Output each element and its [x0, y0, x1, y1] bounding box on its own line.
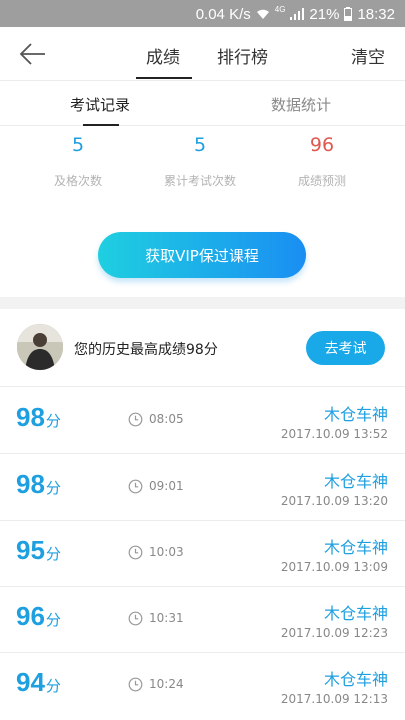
record-user-name: 木仓车神	[323, 670, 388, 689]
clock-icon	[128, 412, 143, 427]
stat-pass-count: 5 及格次数	[23, 134, 133, 189]
record-date: 2017.10.09 13:52	[280, 427, 388, 441]
record-score: 94分	[16, 667, 61, 697]
tab-ranking[interactable]: 排行榜	[217, 43, 268, 68]
stat-label: 及格次数	[53, 174, 102, 188]
stat-value: 5	[193, 134, 207, 156]
record-duration: 09:01	[149, 479, 184, 493]
network-type: 4G	[274, 5, 286, 14]
best-score-text: 您的历史最高成绩98分	[74, 342, 218, 358]
active-tab-indicator	[136, 77, 192, 79]
record-user-name: 木仓车神	[323, 472, 388, 491]
record-duration: 10:24	[149, 677, 184, 691]
clock-time: 18:32	[357, 5, 395, 23]
subtab-bar: 考试记录 数据统计	[0, 82, 405, 126]
stat-total-exams: 5 累计考试次数	[145, 134, 255, 189]
tab-score[interactable]: 成绩	[146, 43, 180, 68]
record-row[interactable]: 96分 10:31 木仓车神 2017.10.09 12:23	[0, 587, 405, 653]
clock-icon	[128, 611, 143, 626]
stat-value: 5	[71, 134, 85, 156]
record-score: 95分	[16, 535, 61, 565]
status-bar: 0.04 K/s 4G 21% 18:32	[0, 0, 405, 27]
subtab-data-stats[interactable]: 数据统计	[271, 94, 331, 115]
nav-header: 成绩 排行榜 清空	[0, 27, 405, 81]
battery-percent: 21%	[309, 5, 340, 23]
record-row[interactable]: 98分 09:01 木仓车神 2017.10.09 13:20	[0, 455, 405, 521]
avatar[interactable]	[17, 324, 63, 370]
go-exam-button[interactable]: 去考试	[306, 331, 385, 365]
network-speed: 0.04 K/s	[195, 5, 251, 23]
record-row[interactable]: 95分 10:03 木仓车神 2017.10.09 13:09	[0, 521, 405, 587]
record-duration: 10:03	[149, 545, 184, 559]
clock-icon	[128, 479, 143, 494]
clock-icon	[128, 545, 143, 560]
record-date: 2017.10.09 12:23	[280, 626, 388, 640]
stat-value: 96	[309, 134, 335, 156]
clock-icon	[128, 677, 143, 692]
record-user-name: 木仓车神	[323, 604, 388, 623]
record-row[interactable]: 94分 10:24 木仓车神 2017.10.09 12:13	[0, 653, 405, 719]
record-duration: 08:05	[149, 412, 184, 426]
record-date: 2017.10.09 13:20	[280, 494, 388, 508]
active-subtab-indicator	[83, 124, 119, 126]
clear-button[interactable]: 清空	[351, 43, 385, 68]
record-score: 98分	[16, 402, 61, 432]
record-row[interactable]: 98分 08:05 木仓车神 2017.10.09 13:52	[0, 388, 405, 454]
arrow-left-icon[interactable]	[18, 41, 50, 67]
record-user-name: 木仓车神	[323, 538, 388, 557]
signal-icon	[290, 8, 305, 20]
record-score: 96分	[16, 601, 61, 631]
record-date: 2017.10.09 12:13	[280, 692, 388, 706]
wifi-icon	[256, 8, 270, 20]
best-score-row: 您的历史最高成绩98分 去考试	[0, 309, 405, 387]
stat-label: 累计考试次数	[163, 174, 236, 188]
stat-score-prediction: 96 成绩预测	[267, 134, 377, 189]
battery-icon	[344, 7, 353, 21]
subtab-exam-record[interactable]: 考试记录	[70, 94, 130, 115]
section-divider	[0, 297, 405, 309]
record-score: 98分	[16, 469, 61, 499]
record-duration: 10:31	[149, 611, 184, 625]
stat-label: 成绩预测	[297, 174, 346, 188]
vip-course-button[interactable]: 获取VIP保过课程	[98, 232, 306, 278]
record-user-name: 木仓车神	[323, 405, 388, 424]
status-indicators: 0.04 K/s 4G 21% 18:32	[196, 4, 395, 24]
record-date: 2017.10.09 13:09	[280, 560, 388, 574]
